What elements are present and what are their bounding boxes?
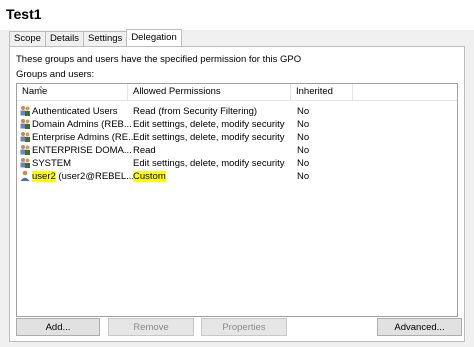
tab-settings[interactable]: Settings — [82, 31, 128, 46]
group-icon — [20, 158, 30, 168]
group-icon — [20, 145, 30, 155]
tab-strip: Scope Details Settings Delegation — [9, 29, 182, 46]
row-name: Authenticated Users — [32, 106, 118, 117]
list-item[interactable]: Authenticated Users Read (from Security … — [17, 105, 457, 118]
row-inherited: No — [297, 119, 310, 130]
row-inherited: No — [297, 171, 310, 182]
row-inherited: No — [297, 106, 310, 117]
gpo-title: Test1 — [6, 6, 42, 22]
column-name-label: Name — [22, 86, 48, 97]
list-item[interactable]: ENTERPRISE DOMA... Read No — [17, 144, 457, 157]
tab-scope[interactable]: Scope — [9, 31, 46, 46]
row-name: SYSTEM — [32, 158, 72, 169]
list-item[interactable]: user2 (user2@REBEL... Custom No — [17, 170, 457, 183]
row-permission: Edit settings, delete, modify security — [133, 119, 285, 130]
row-inherited: No — [297, 158, 310, 169]
title-bar: Test1 — [0, 0, 474, 30]
row-permission: Edit settings, delete, modify security — [133, 158, 285, 169]
row-name: ENTERPRISE DOMA... — [32, 145, 132, 156]
user-icon — [20, 170, 30, 181]
column-header-name[interactable]: Name ^ — [17, 84, 128, 100]
row-name: (user2@REBEL... — [55, 171, 135, 182]
row-name-highlight: user2 — [32, 171, 56, 182]
sort-ascending-icon: ^ — [39, 85, 43, 94]
column-inherited-label: Inherited — [296, 86, 333, 97]
permissions-list[interactable]: Name ^ Allowed Permissions Inherited Aut… — [16, 83, 458, 317]
row-inherited: No — [297, 145, 310, 156]
list-item[interactable]: Enterprise Admins (RE... Edit settings, … — [17, 131, 457, 144]
row-inherited: No — [297, 132, 310, 143]
add-button[interactable]: Add... — [16, 318, 100, 336]
properties-button[interactable]: Properties — [201, 318, 287, 336]
row-name: Domain Admins (REB... — [32, 119, 132, 130]
group-icon — [20, 106, 30, 116]
tab-details[interactable]: Details — [44, 31, 84, 46]
list-item[interactable]: Domain Admins (REB... Edit settings, del… — [17, 118, 457, 131]
advanced-button[interactable]: Advanced... — [377, 318, 462, 336]
remove-button[interactable]: Remove — [108, 318, 194, 336]
groups-label: Groups and users: — [16, 69, 95, 80]
list-item[interactable]: SYSTEM Edit settings, delete, modify sec… — [17, 157, 457, 170]
list-header: Name ^ Allowed Permissions Inherited — [17, 84, 457, 101]
column-header-permissions[interactable]: Allowed Permissions — [128, 84, 291, 100]
row-name: Enterprise Admins (RE... — [32, 132, 137, 143]
column-header-inherited[interactable]: Inherited — [291, 84, 353, 100]
group-icon — [20, 132, 30, 142]
group-icon — [20, 119, 30, 129]
column-permissions-label: Allowed Permissions — [133, 86, 221, 97]
row-permission: Custom — [133, 171, 166, 182]
delegation-description: These groups and users have the specifie… — [16, 54, 302, 65]
row-permission: Read (from Security Filtering) — [133, 106, 258, 117]
delegation-panel: These groups and users have the specifie… — [9, 46, 465, 342]
row-permission: Read — [133, 145, 156, 156]
row-permission: Edit settings, delete, modify security — [133, 132, 285, 143]
tab-delegation[interactable]: Delegation — [126, 29, 182, 46]
